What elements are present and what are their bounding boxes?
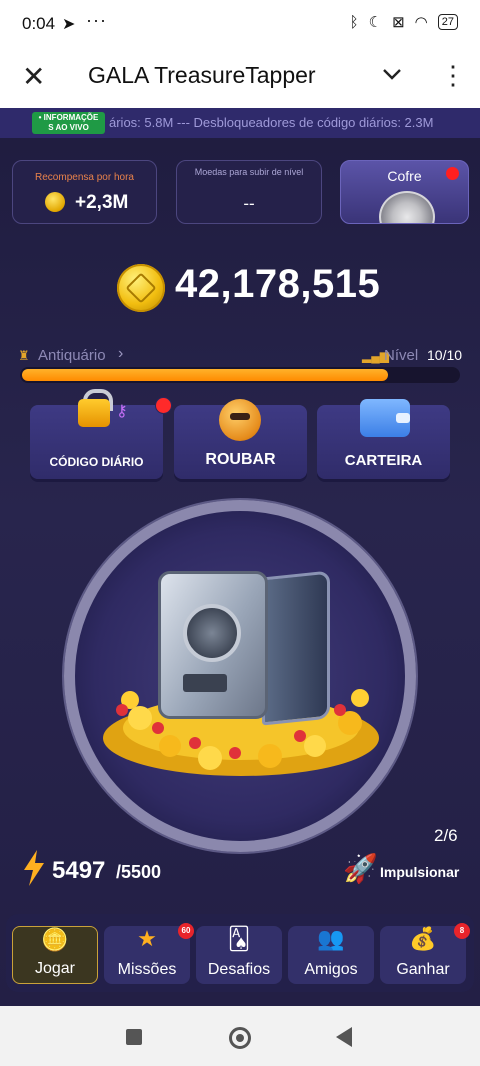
close-icon[interactable]: ✕ [22,60,45,93]
tab-earn-label: Ganhar [396,961,450,978]
wifi-icon: ◠ [414,14,428,31]
tab-play-label: Jogar [34,960,76,977]
wallet-clasp [396,413,410,423]
vault-icon [379,191,435,223]
level-value: 10/10 [427,347,463,363]
energy-current: 5497 [52,857,106,884]
hourly-reward-card: Recompensa por hora +2,3M [12,160,157,224]
rocket-icon[interactable]: 🚀 [343,852,378,885]
daily-code-button[interactable]: ⚷ CÓDIGO DIÁRIO [30,389,172,479]
live-badge-line1: • INFORMAÇÕE [38,113,99,122]
chevron-down-icon[interactable] [380,62,404,91]
notification-dot [446,167,459,180]
trophy-icon: ♜ [18,348,30,363]
level-label: Nível [384,347,419,364]
wallet-button[interactable]: CARTEIRA [317,399,450,479]
bottom-nav: 🪙 Jogar ★ 60 Missões 🂡 Desafios 👥 Amigos… [6,914,474,992]
moon-icon: ☾ [368,14,383,31]
coin-balance: 42,178,515 [175,262,381,306]
tab-friends-label: Amigos [304,961,358,978]
daily-code-label: CÓDIGO DIÁRIO [49,455,144,469]
clock: 0:04 [22,14,56,33]
home-icon[interactable] [229,1027,251,1049]
vault-button[interactable]: Cofre [340,160,469,224]
thief-mask [230,413,250,420]
ticker-text: ários: 5.8M --- Desbloqueadores de códig… [109,115,434,130]
coin-icon [45,192,65,212]
tab-challenges[interactable]: 🂡 Desafios [196,926,282,984]
tab-friends[interactable]: 👥 Amigos [288,926,374,984]
tab-play[interactable]: 🪙 Jogar [12,926,98,984]
battery-icon: 27 [437,14,458,30]
app-header: ✕ GALA TreasureTapper ⋮ [0,48,480,108]
tab-challenges-label: Desafios [207,961,271,978]
rob-button[interactable]: ROUBAR [174,399,307,479]
tab-earn[interactable]: 💰 8 Ganhar [380,923,470,984]
level-progress-fill [22,369,389,381]
system-nav-bar [0,1006,480,1066]
live-ticker: • INFORMAÇÕE S AO VIVO ários: 5.8M --- D… [0,108,480,138]
live-badge: • INFORMAÇÕE S AO VIVO [32,112,105,134]
rank-name[interactable]: Antiquário [38,347,106,364]
safe-dial [183,604,241,662]
gala-logo-icon [125,272,157,304]
level-up-coins-label: Moedas para subir de nível [194,167,304,177]
coins-icon: 🪙 [41,927,69,952]
level-up-coins-value: -- [243,194,255,213]
hourly-reward-value: +2,3M [75,192,129,213]
padlock-icon [78,399,110,427]
more-notifications: ··· [86,10,107,30]
friends-icon: 👥 [317,926,345,951]
status-bar: 0:04 ➤ ··· ᛒ ☾ ⊠ ◠ 27 [0,0,480,48]
level-progress-bar [20,367,460,383]
live-badge-line2: S AO VIVO [48,123,89,132]
bluetooth-icon: ᛒ [349,13,359,31]
no-sim-icon: ⊠ [392,14,405,31]
rob-label: ROUBAR [205,451,276,468]
back-icon[interactable] [336,1027,352,1047]
tab-missions-label: Missões [117,961,177,978]
boost-button[interactable]: Impulsionar [380,864,459,880]
wallet-label: CARTEIRA [344,452,423,469]
thief-icon [219,399,261,441]
level-up-coins-card: Moedas para subir de nível -- [176,160,322,224]
boost-count: 2/6 [434,826,458,845]
page-title: GALA TreasureTapper [88,62,316,88]
earn-badge: 8 [454,923,470,939]
telegram-icon: ➤ [62,16,76,33]
tab-missions[interactable]: ★ 60 Missões [104,923,194,984]
safe-keypad [183,674,227,692]
recents-icon[interactable] [126,1029,142,1045]
game-area: • INFORMAÇÕE S AO VIVO ários: 5.8M --- D… [0,108,480,1006]
key-icon: ⚷ [116,403,128,420]
energy-max: /5500 [116,862,162,882]
cards-icon: 🂡 [227,926,251,951]
status-icons: ᛒ ☾ ⊠ ◠ 27 [350,13,458,31]
hourly-reward-label: Recompensa por hora [35,172,134,183]
lightning-icon [22,850,46,891]
gala-coin-icon [117,264,165,312]
treasure-safe-icon [158,571,268,719]
safe-door [262,570,330,726]
notification-dot [155,397,172,414]
more-vert-icon[interactable]: ⋮ [440,60,466,91]
chevron-right-icon[interactable]: › [118,345,123,363]
missions-badge: 60 [178,923,194,939]
